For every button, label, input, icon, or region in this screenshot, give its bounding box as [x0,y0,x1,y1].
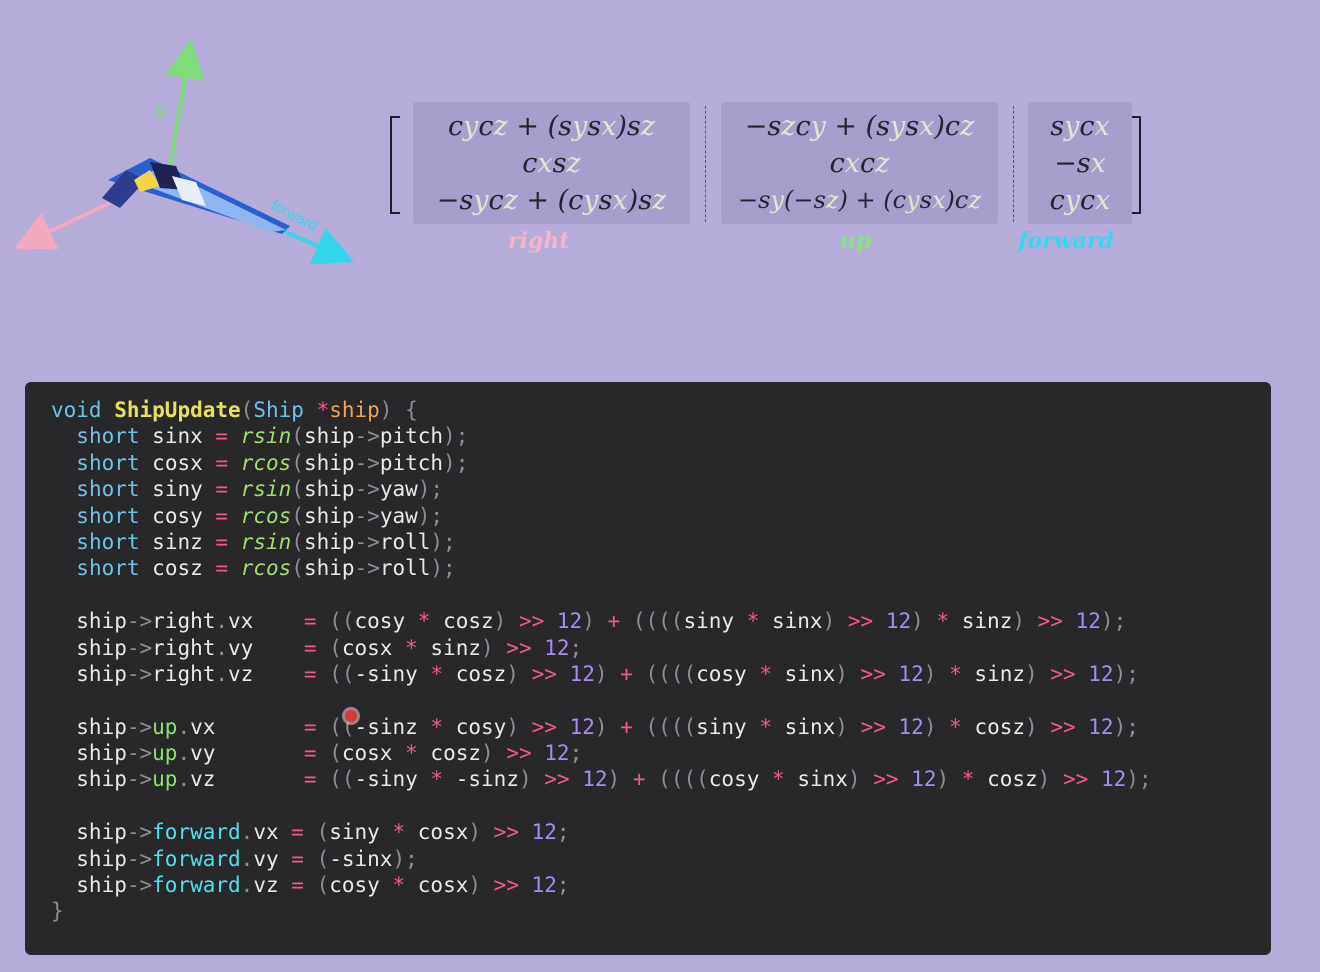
code-line-right-vz: ship->right.vz = ((-siny * cosz) >> 12) … [51,661,1139,686]
matrix-right-bracket [1131,116,1141,214]
code-line-decl-cosy: short cosy = rcos(ship->yaw); [76,503,444,528]
matrix-left-bracket [390,116,400,214]
matrix-right-row-2: cxsz [522,147,581,179]
matrix-right-row-1: cycz + (sysx)sz [448,110,655,142]
matrix-separator-1 [705,106,706,222]
code-line-forward-vy: ship->forward.vy = (-sinx); [51,846,418,871]
code-line-decl-cosx: short cosx = rcos(ship->pitch); [76,450,469,475]
code-line-1: void ShipUpdate(Ship *ship) { [51,398,418,422]
code-line-forward-vz: ship->forward.vz = (cosy * cosx) >> 12; [51,873,570,898]
matrix-forward-row-2: −sx [1054,147,1106,179]
ship-model [102,158,290,234]
code-line-decl-sinx: short sinx = rsin(ship->pitch); [76,424,469,449]
matrix-up-row-3: −sy(−sz) + (cysx)cz [738,185,981,214]
matrix-label-up: up [840,228,872,254]
axes-illustration: up right forward [13,38,355,265]
code-line-up-vz: ship->up.vz = ((-siny * -sinz) >> 12) + … [51,767,1152,792]
matrix-forward-row-1: sycx [1050,110,1110,142]
code-line-closing-brace: } [51,899,64,924]
matrix-separator-2 [1013,106,1014,222]
matrix-right-row-3: −sycz + (cysx)sz [436,184,667,216]
matrix-column-up: −szcy + (sysx)cz cxcz −sy(−sz) + (cysx)c… [721,102,998,224]
code-line-right-vx: ship->right.vx = ((cosy * cosz) >> 12) +… [51,609,1127,634]
mouse-cursor-indicator [345,710,357,722]
matrix-forward-row-3: cycx [1049,184,1111,216]
code-line-up-vy: ship->up.vy = (cosx * cosz) >> 12; [51,741,583,766]
matrix-label-right: right [508,228,570,254]
matrix-up-row-2: cxcz [829,147,890,179]
matrix-label-forward: forward [1018,228,1114,254]
code-line-decl-cosz: short cosz = rcos(ship->roll); [76,556,456,581]
matrix-column-right: cycz + (sysx)sz cxsz −sycz + (cysx)sz [413,102,690,224]
code-line-right-vy: ship->right.vy = (cosx * sinz) >> 12; [51,635,583,660]
code-line-forward-vx: ship->forward.vx = (siny * cosx) >> 12; [51,820,570,845]
matrix-column-forward: sycx −sx cycx [1028,102,1132,224]
code-line-up-vx: ship->up.vx = ((-sinz * cosy) >> 12) + (… [51,714,1139,739]
code-editor[interactable]: void ShipUpdate(Ship *ship) { short sinx… [25,382,1271,955]
code-line-decl-sinz: short sinz = rsin(ship->roll); [76,529,456,554]
matrix-up-row-1: −szcy + (sysx)cz [744,110,975,142]
up-axis [165,38,205,181]
code-line-decl-siny: short siny = rsin(ship->yaw); [76,477,444,502]
up-axis-label: up [149,103,169,123]
